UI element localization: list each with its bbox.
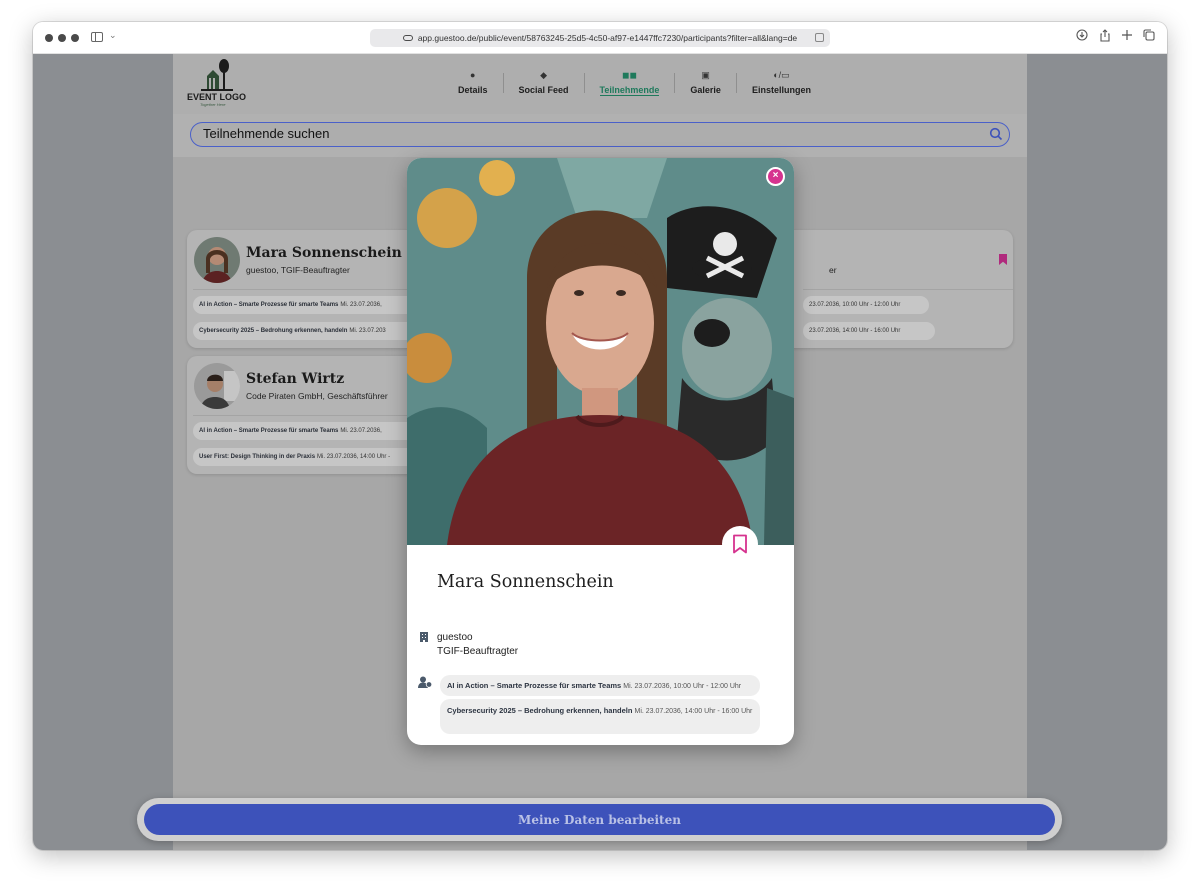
tab-label: Details: [458, 85, 488, 95]
session-time: Mi. 23.07.2036, 14:00 Uhr -: [317, 454, 391, 460]
session-chip: AI in Action – Smarte Prozesse für smart…: [193, 422, 427, 440]
page-header: EVENT LOGO Together Here ● Details ◆ Soc…: [173, 54, 1027, 114]
session-time: Mi. 23.07.2036,: [340, 302, 382, 308]
search-icon[interactable]: [989, 127, 1003, 141]
session-chip: 23.07.2036, 10:00 Uhr - 12:00 Uhr: [803, 296, 929, 314]
search-bar: Teilnehmende suchen: [173, 114, 1027, 157]
divider: [803, 289, 1013, 290]
people-icon: ◼◼: [622, 70, 637, 80]
participant-card[interactable]: Mara Sonnenschein guestoo, TGIF-Beauftra…: [187, 230, 427, 348]
session-time: Mi. 23.07.203: [349, 328, 386, 334]
participant-card[interactable]: Stefan Wirtz Code Piraten GmbH, Geschäft…: [187, 356, 427, 474]
session-chip: 23.07.2036, 14:00 Uhr - 16:00 Uhr: [803, 322, 935, 340]
contrast-icon: ◐/▭: [773, 70, 790, 80]
search-placeholder: Teilnehmende suchen: [203, 126, 330, 141]
divider: [193, 289, 427, 290]
bookmark-icon: [733, 534, 747, 554]
tab-social-feed[interactable]: ◆ Social Feed: [504, 69, 584, 96]
participant-subtitle: guestoo, TGIF-Beauftragter: [246, 265, 350, 275]
avatar: [194, 363, 240, 409]
avatar: [194, 237, 240, 283]
session-time: 23.07.2036, 10:00 Uhr - 12:00 Uhr: [809, 302, 901, 308]
logo-tagline: Together Here: [200, 102, 226, 107]
session-chip: AI in Action – Smarte Prozesse für smart…: [193, 296, 427, 314]
chevron-down-icon[interactable]: ⌄: [109, 30, 117, 41]
reader-icon[interactable]: [815, 33, 824, 42]
tab-teilnehmende[interactable]: ◼◼ Teilnehmende: [585, 69, 675, 96]
participant-subtitle: er: [829, 265, 837, 275]
session-title: Cybersecurity 2025 – Bedrohung erkennen,…: [199, 328, 348, 334]
modal-role: TGIF-Beauftragter: [437, 646, 519, 657]
person-schedule-icon: [418, 676, 432, 688]
logo-text: EVENT LOGO: [187, 92, 247, 102]
chat-icon: ◆: [540, 70, 547, 80]
session-chip: AI in Action – Smarte Prozesse für smart…: [440, 675, 760, 696]
participant-modal: × Mara Sonnenschein guestoo TGIF-Beauftr…: [407, 158, 794, 745]
session-time: 23.07.2036, 14:00 Uhr - 16:00 Uhr: [809, 328, 901, 334]
browser-toolbar: ⌄ app.guestoo.de/public/event/58763245-2…: [33, 22, 1167, 54]
session-time: Mi. 23.07.2036,: [340, 428, 382, 434]
browser-window: ⌄ app.guestoo.de/public/event/58763245-2…: [33, 22, 1167, 850]
info-icon: ●: [470, 70, 476, 80]
cta-bar: Meine Daten bearbeiten: [137, 798, 1062, 841]
event-logo-icon: [201, 59, 233, 91]
session-chip: Cybersecurity 2025 – Bedrohung erkennen,…: [193, 322, 427, 340]
session-chip: User First: Design Thinking in der Praxi…: [193, 448, 427, 466]
building-icon: [420, 632, 428, 642]
session-title: AI in Action – Smarte Prozesse für smart…: [199, 302, 339, 308]
main-nav: ● Details ◆ Social Feed ◼◼ Teilnehmende …: [443, 69, 826, 96]
close-button[interactable]: ×: [766, 167, 785, 186]
session-title: AI in Action – Smarte Prozesse für smart…: [447, 681, 622, 690]
divider: [193, 415, 427, 416]
session-time: Mi. 23.07.2036, 10:00 Uhr - 12:00 Uhr: [623, 683, 742, 690]
participant-photo: ×: [407, 158, 794, 545]
participant-name: Mara Sonnenschein: [246, 245, 402, 261]
image-icon: ▣: [701, 70, 710, 80]
modal-company: guestoo: [437, 632, 473, 643]
tab-einstellungen[interactable]: ◐/▭ Einstellungen: [737, 69, 826, 96]
share-icon[interactable]: [1099, 29, 1111, 46]
download-icon[interactable]: [1076, 29, 1088, 45]
tab-galerie[interactable]: ▣ Galerie: [675, 69, 736, 96]
session-title: User First: Design Thinking in der Praxi…: [199, 454, 316, 460]
site-settings-icon[interactable]: [402, 35, 413, 41]
modal-participant-name: Mara Sonnenschein: [437, 572, 614, 592]
bookmark-button[interactable]: [722, 526, 758, 562]
edit-my-data-button[interactable]: Meine Daten bearbeiten: [144, 804, 1055, 835]
bookmark-icon[interactable]: [999, 254, 1007, 265]
session-chip: Cybersecurity 2025 – Bedrohung erkennen,…: [440, 699, 760, 734]
participant-name: Stefan Wirtz: [246, 371, 345, 387]
session-title: AI in Action – Smarte Prozesse für smart…: [199, 428, 339, 434]
tab-details[interactable]: ● Details: [443, 69, 503, 96]
tab-label: Social Feed: [518, 85, 569, 95]
window-controls[interactable]: [45, 34, 79, 42]
sidebar-toggle-icon[interactable]: [91, 32, 103, 42]
new-tab-icon[interactable]: [1121, 29, 1133, 45]
session-title: Cybersecurity 2025 – Bedrohung erkennen,…: [447, 706, 633, 715]
tab-overview-icon[interactable]: [1143, 29, 1155, 45]
tab-label: Teilnehmende: [599, 85, 660, 96]
address-bar[interactable]: app.guestoo.de/public/event/58763245-25d…: [370, 29, 830, 47]
tab-label: Einstellungen: [751, 85, 811, 95]
search-input[interactable]: Teilnehmende suchen: [190, 122, 1010, 147]
tab-label: Galerie: [690, 85, 721, 95]
url-text: app.guestoo.de/public/event/58763245-25d…: [417, 33, 798, 43]
session-time: Mi. 23.07.2036, 14:00 Uhr - 16:00 Uhr: [634, 708, 753, 715]
participant-subtitle: Code Piraten GmbH, Geschäftsführer: [246, 391, 388, 401]
